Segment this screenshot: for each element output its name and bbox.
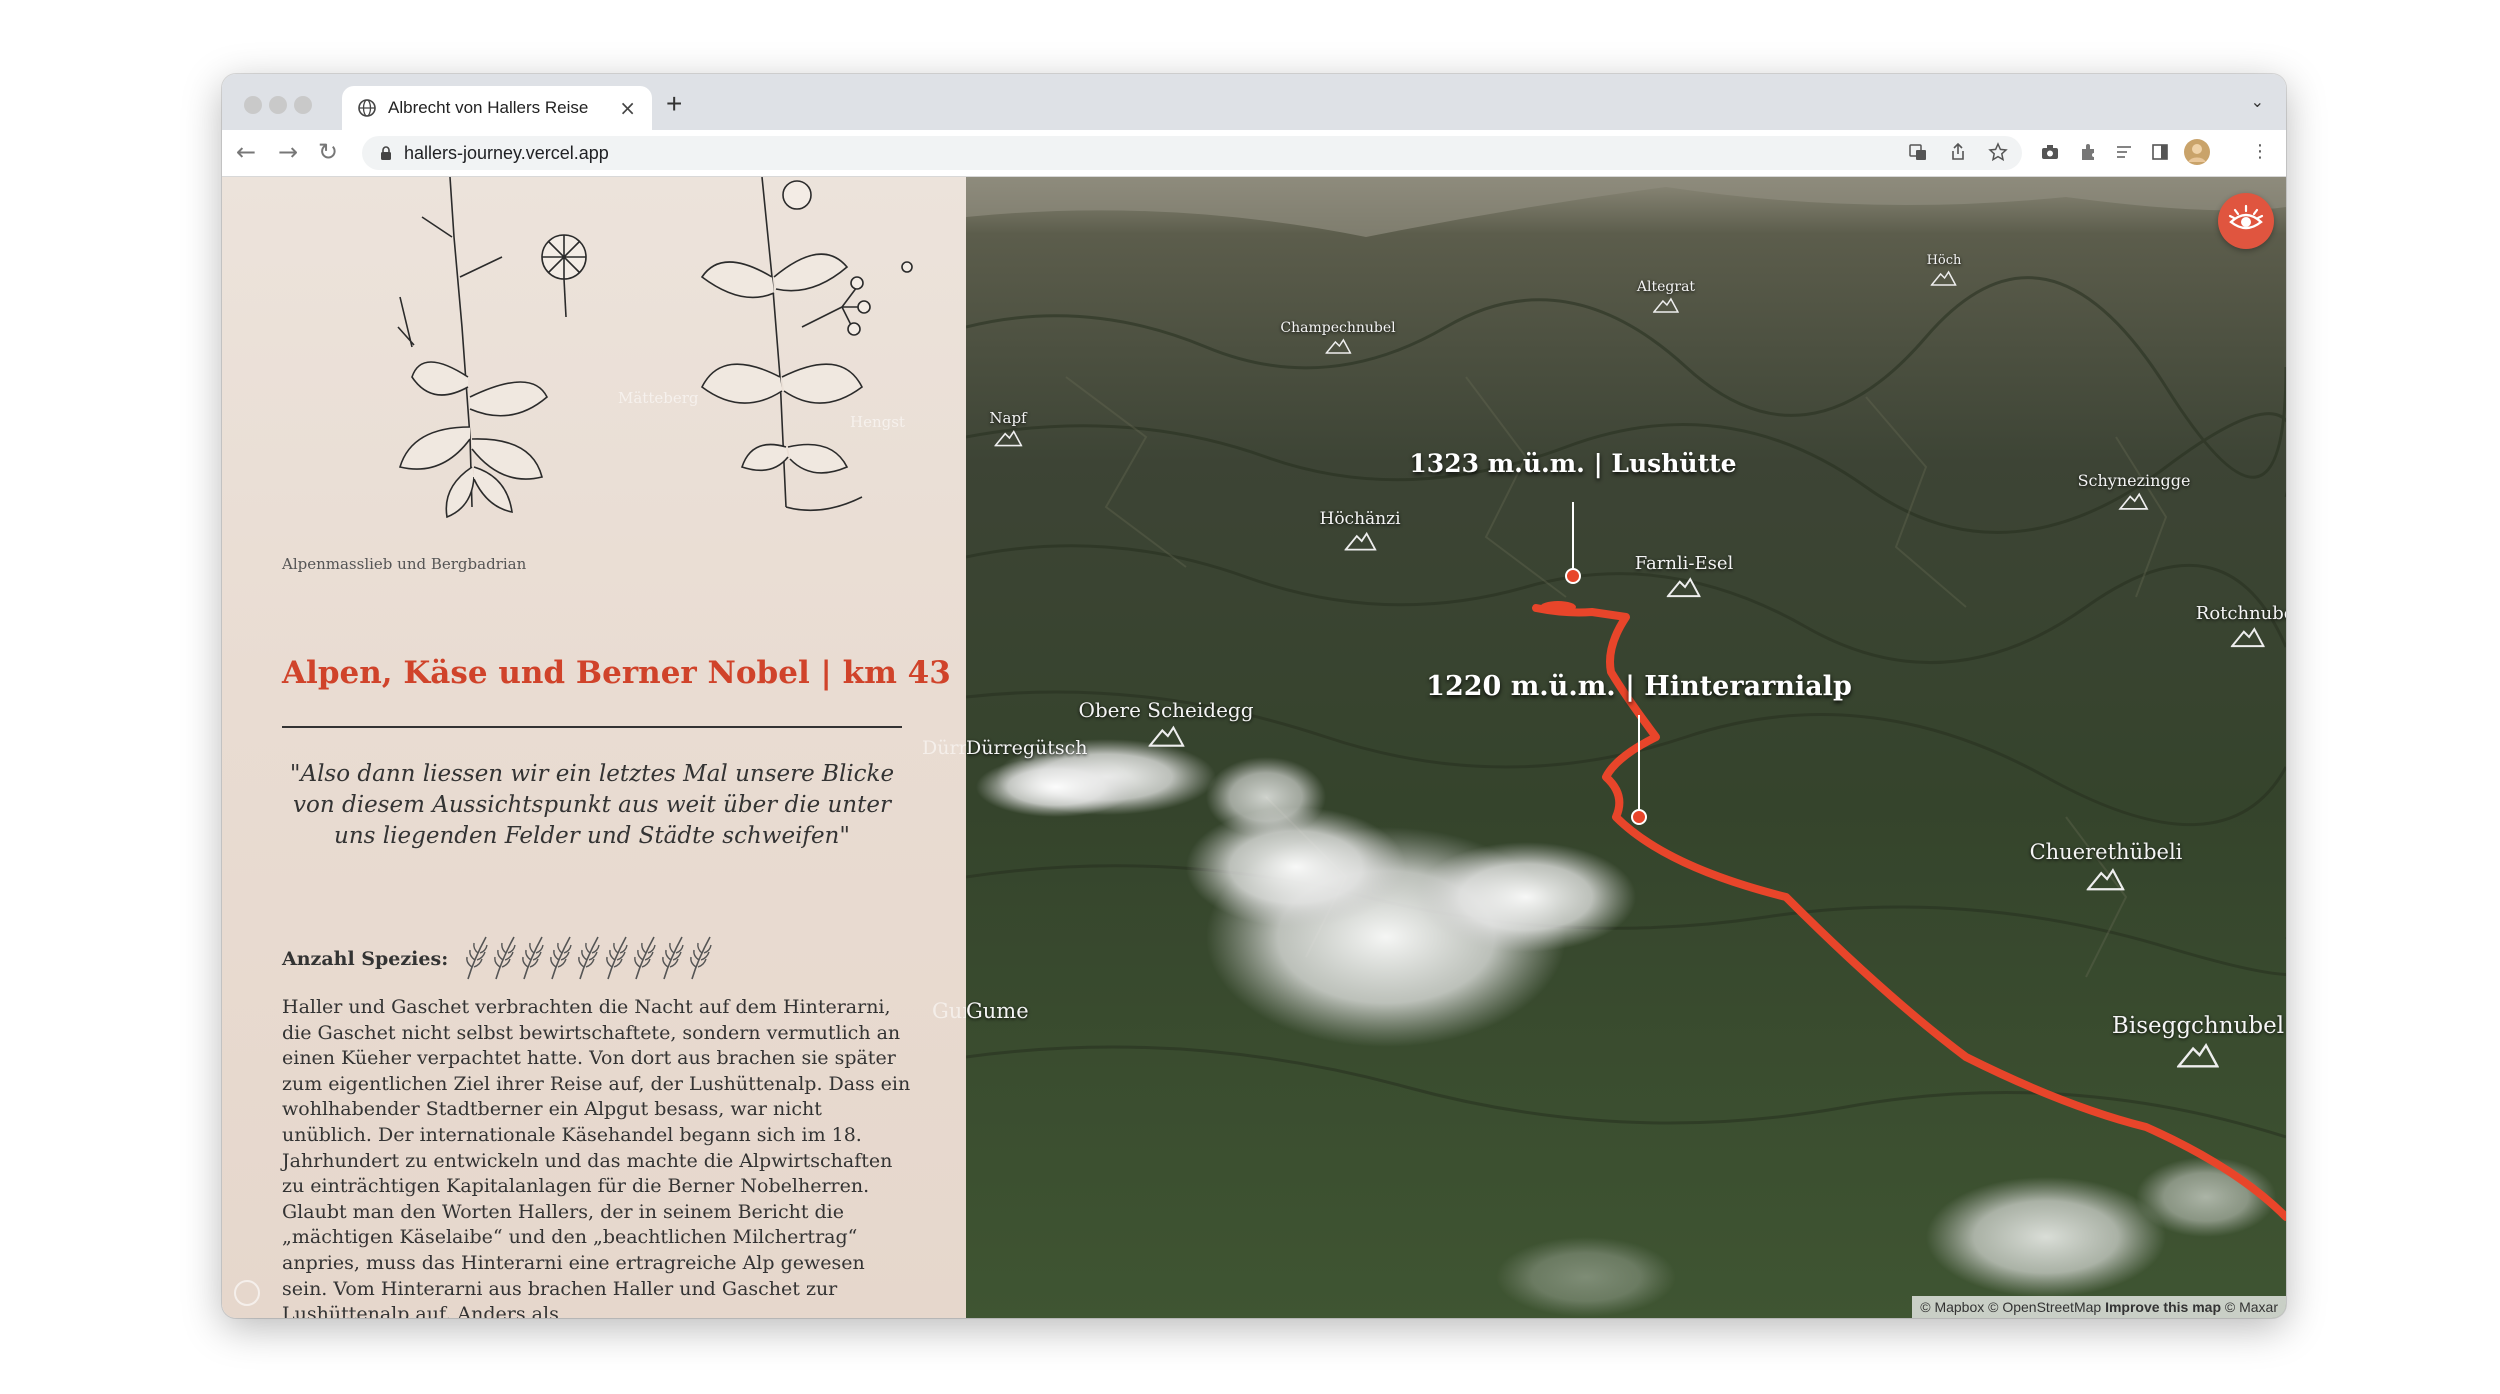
story-panel[interactable]: Mätteberg Hengst Dürregütsch Gume Alpenm…: [222, 177, 966, 1318]
botanical-illustration: [397, 177, 913, 519]
new-tab-button[interactable]: +: [666, 88, 682, 120]
osm-attribution-link[interactable]: © OpenStreetMap: [1988, 1299, 2101, 1315]
ghost-map-label: Mätteberg: [618, 389, 699, 407]
peak-label: Schynezingge: [2078, 471, 2190, 510]
peak-label: Höchänzi: [1319, 509, 1401, 551]
mapbox-logo-icon[interactable]: [234, 1280, 260, 1306]
peak-label: Biseggchnubel: [2112, 1013, 2284, 1069]
bookmark-star-icon[interactable]: [1988, 142, 2008, 162]
toggle-view-button[interactable]: [2218, 193, 2274, 249]
wheat-sprig-icon: [606, 936, 628, 980]
camera-icon[interactable]: [2040, 142, 2060, 162]
tab-bar: Albrecht von Hallers Reise × + ⌄: [222, 74, 2286, 130]
browser-toolbar: ← → ↻ hallers-journey.vercel.app ⋮: [222, 130, 2286, 177]
peak-label: Höch: [1927, 253, 1961, 286]
minimize-window-button[interactable]: [269, 96, 287, 114]
reading-list-icon[interactable]: [2114, 142, 2134, 162]
map-attribution: © Mapbox © OpenStreetMap Improve this ma…: [1912, 1296, 2286, 1318]
url-text: hallers-journey.vercel.app: [404, 142, 609, 163]
tab-title: Albrecht von Hallers Reise: [388, 98, 589, 117]
section-title: Alpen, Käse und Berner Nobel | km 43: [282, 655, 951, 691]
species-count: Anzahl Spezies:: [282, 933, 714, 985]
close-window-button[interactable]: [244, 96, 262, 114]
zoom-window-button[interactable]: [294, 96, 312, 114]
wheat-sprig-icon: [662, 936, 684, 980]
peak-label: Altegrat: [1637, 279, 1695, 313]
ghost-map-label: Hengst: [850, 413, 905, 431]
forward-arrow-icon[interactable]: →: [278, 138, 298, 166]
wheat-sprig-icon: [578, 936, 600, 980]
lushuette-callout: 1323 m.ü.m. | Lushütte: [1409, 449, 1737, 478]
peak-label: Farnli-Esel: [1635, 553, 1733, 598]
wheat-sprig-icon: [634, 936, 656, 980]
title-divider: [282, 726, 902, 728]
tab-close-icon[interactable]: ×: [619, 96, 636, 120]
wheat-sprig-icon: [690, 936, 712, 980]
avatar[interactable]: [2184, 139, 2210, 165]
peak-label: Dürregütsch: [966, 737, 1088, 759]
peak-label: Rotchnubel: [2196, 603, 2286, 648]
chevron-down-icon[interactable]: ⌄: [2251, 92, 2264, 111]
wheat-sprig-icon: [522, 936, 544, 980]
story-body-text: Haller und Gaschet verbrachten die Nacht…: [282, 996, 911, 1318]
globe-icon: [358, 99, 376, 117]
browser-tab[interactable]: Albrecht von Hallers Reise ×: [342, 86, 652, 130]
illustration-caption: Alpenmasslieb und Bergbadrian: [282, 555, 527, 573]
peak-label: Chuerethübeli: [2030, 840, 2182, 892]
eye-icon: [2228, 204, 2264, 230]
ghost-map-label: Dürregütsch: [922, 737, 966, 759]
peak-label: Napf: [989, 409, 1027, 447]
maxar-attribution-link[interactable]: © Maxar: [2225, 1299, 2278, 1315]
wheat-sprig-icon: [466, 936, 488, 980]
wheat-sprig-icon: [550, 936, 572, 980]
wheat-sprig-icon: [494, 936, 516, 980]
mapbox-attribution-link[interactable]: © Mapbox: [1920, 1299, 1984, 1315]
back-arrow-icon[interactable]: ←: [236, 138, 256, 166]
improve-map-link[interactable]: Improve this map: [2105, 1299, 2221, 1315]
terrain-map[interactable]: Höch Altegrat Champechnubel Napf Schynez…: [966, 177, 2286, 1318]
ghost-map-label: Gume: [932, 999, 966, 1023]
reload-icon[interactable]: ↻: [318, 138, 338, 166]
species-icons: [462, 933, 714, 985]
peak-label: Obere Scheidegg: [1078, 698, 1254, 748]
extensions-icon[interactable]: [2078, 142, 2098, 162]
translate-icon[interactable]: [1908, 142, 1928, 162]
lock-icon: [381, 145, 391, 160]
species-label: Anzahl Spezies:: [282, 948, 449, 970]
peak-label: Gume: [966, 999, 1029, 1023]
share-icon[interactable]: [1948, 142, 1968, 162]
hinterarnialp-callout: 1220 m.ü.m. | Hinterarnialp: [1426, 671, 1852, 702]
more-menu-icon[interactable]: ⋮: [2250, 142, 2270, 162]
address-bar[interactable]: hallers-journey.vercel.app: [362, 136, 2022, 170]
side-panel-icon[interactable]: [2150, 142, 2170, 162]
peak-label: Champechnubel: [1280, 320, 1396, 354]
quote-text: "Also dann liessen wir ein letztes Mal u…: [289, 761, 895, 849]
page-content: Mätteberg Hengst Dürregütsch Gume Alpenm…: [222, 177, 2286, 1318]
browser-window: Albrecht von Hallers Reise × + ⌄ ← → ↻ h…: [222, 74, 2286, 1318]
